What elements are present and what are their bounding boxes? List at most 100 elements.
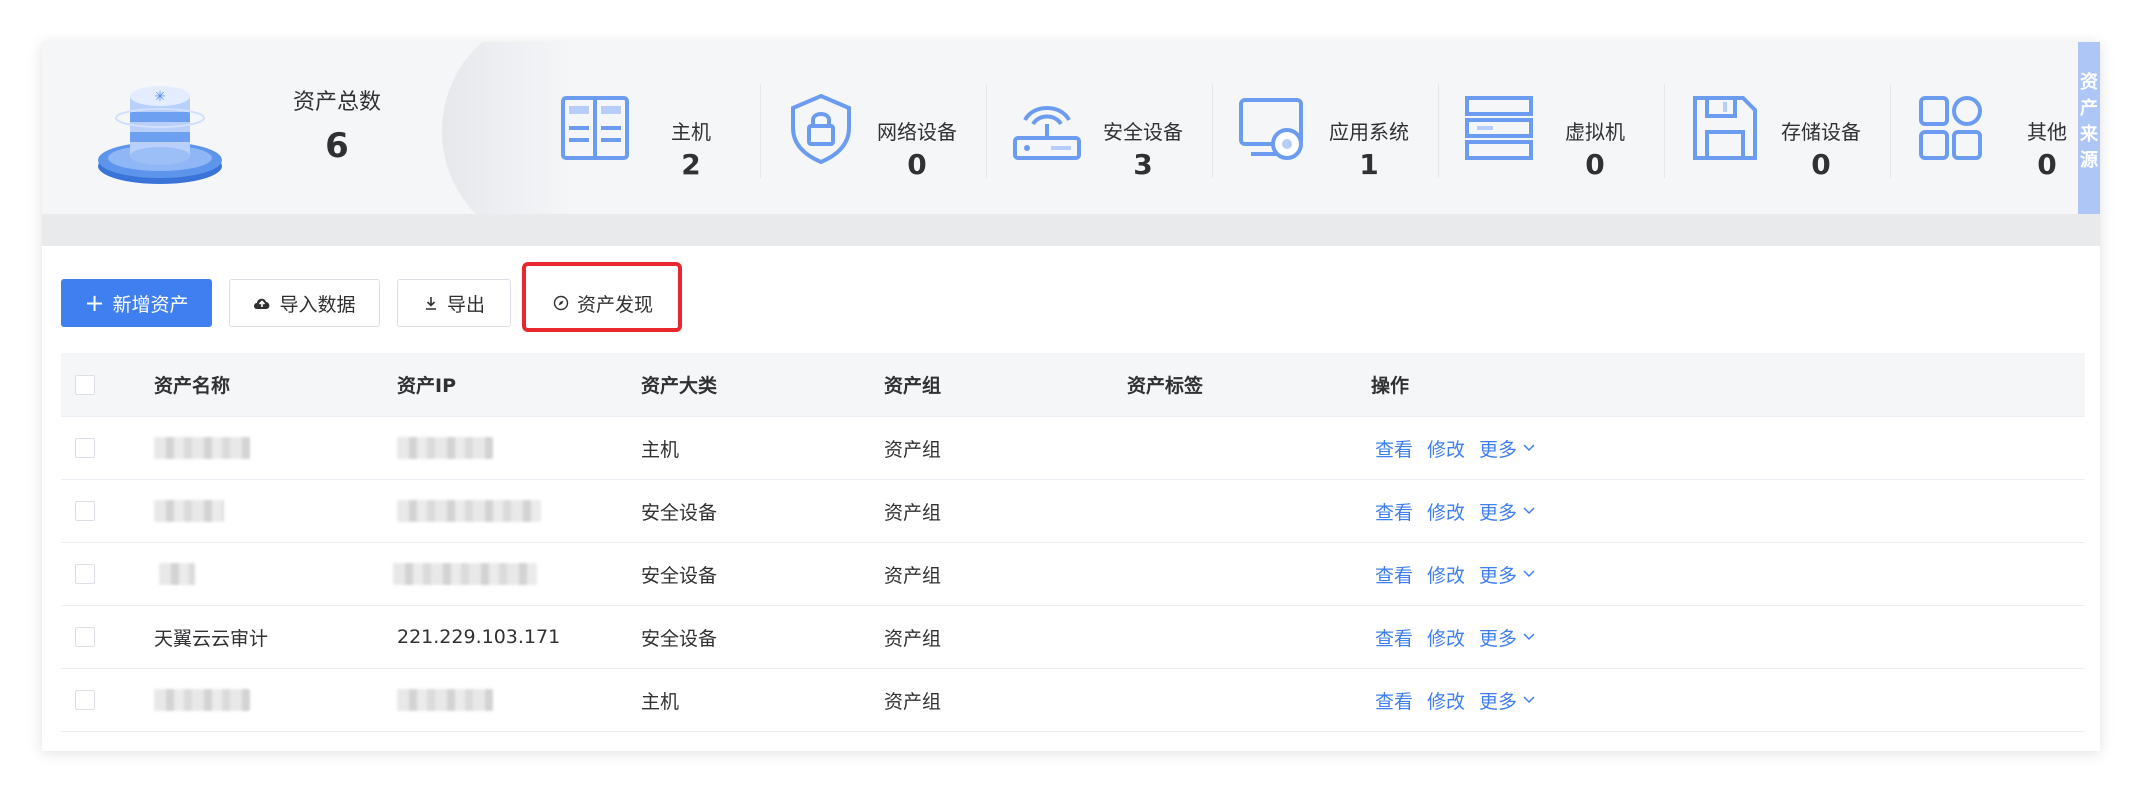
export-label: 导出	[446, 293, 485, 316]
highlight-box	[522, 262, 682, 332]
total-assets-value: 6	[325, 126, 349, 166]
view-link[interactable]: 查看	[1375, 435, 1413, 462]
category-label: 主机	[671, 120, 711, 144]
row-checkbox[interactable]	[75, 501, 95, 521]
more-dropdown[interactable]: 更多	[1479, 561, 1535, 588]
asset-category: 主机	[641, 438, 680, 461]
import-data-button[interactable]: 导入数据	[229, 279, 380, 327]
asset-source-tab[interactable]: 资产来源	[2078, 42, 2100, 214]
asset-management-panel: ✳ 资产总数 6 主机 2 网络设备 0 安全设备 3 应用系统 1 虚拟机 0…	[42, 42, 2100, 751]
row-actions: 查看 修改 更多	[1375, 543, 1535, 605]
svg-text:✳: ✳	[154, 89, 166, 105]
asset-name: 天翼云云审计	[154, 627, 269, 650]
download-icon	[425, 297, 436, 310]
chevron-down-icon	[1523, 633, 1535, 641]
category-application-system[interactable]: 应用系统 1	[1213, 66, 1439, 190]
table-row: 天翼云云审计 221.229.103.171 安全设备 资产组 查看 修改 更多	[61, 606, 2085, 669]
section-divider	[42, 214, 2100, 246]
monitor-gear-icon	[1239, 98, 1303, 160]
asset-category: 安全设备	[641, 627, 718, 650]
chevron-down-icon	[1523, 507, 1535, 515]
chevron-down-icon	[1523, 570, 1535, 578]
edit-link[interactable]: 修改	[1427, 624, 1465, 651]
more-label: 更多	[1479, 501, 1518, 524]
more-label: 更多	[1479, 564, 1518, 587]
table-row: 主机 资产组 查看 修改 更多	[61, 669, 2085, 732]
asset-name-redacted	[154, 437, 250, 459]
more-dropdown[interactable]: 更多	[1479, 435, 1535, 462]
row-checkbox[interactable]	[75, 438, 95, 458]
database-logo-icon: ✳	[98, 86, 222, 184]
column-header-category: 资产大类	[641, 375, 718, 397]
asset-category: 主机	[641, 690, 680, 713]
total-assets: 资产总数 6	[282, 84, 392, 166]
asset-category: 安全设备	[641, 501, 718, 524]
asset-ip-redacted	[393, 563, 537, 585]
category-storage-device[interactable]: 存储设备 0	[1665, 66, 1891, 190]
row-checkbox[interactable]	[75, 690, 95, 710]
more-dropdown[interactable]: 更多	[1479, 498, 1535, 525]
export-button[interactable]: 导出	[397, 279, 511, 327]
column-header-name: 资产名称	[154, 375, 231, 397]
category-label: 虚拟机	[1565, 120, 1625, 144]
asset-ip: 221.229.103.171	[397, 626, 561, 648]
row-actions: 查看 修改 更多	[1375, 669, 1535, 731]
asset-group: 资产组	[884, 501, 942, 524]
column-header-actions: 操作	[1371, 375, 1410, 397]
category-count: 0	[907, 148, 927, 181]
asset-group: 资产组	[884, 438, 942, 461]
edit-link[interactable]: 修改	[1427, 687, 1465, 714]
edit-link[interactable]: 修改	[1427, 498, 1465, 525]
more-label: 更多	[1479, 627, 1518, 650]
view-link[interactable]: 查看	[1375, 561, 1413, 588]
asset-summary-strip: ✳ 资产总数 6 主机 2 网络设备 0 安全设备 3 应用系统 1 虚拟机 0…	[42, 42, 2078, 214]
asset-group: 资产组	[884, 564, 942, 587]
router-icon	[1013, 106, 1081, 160]
view-link[interactable]: 查看	[1375, 624, 1413, 651]
chevron-down-icon	[1523, 696, 1535, 704]
edit-link[interactable]: 修改	[1427, 561, 1465, 588]
category-network-device[interactable]: 网络设备 0	[761, 66, 987, 190]
edit-link[interactable]: 修改	[1427, 435, 1465, 462]
category-count: 3	[1133, 148, 1153, 181]
column-header-group: 资产组	[884, 375, 942, 397]
category-other[interactable]: 其他 0	[1891, 66, 2078, 190]
category-count: 0	[1811, 148, 1831, 181]
category-label: 网络设备	[877, 120, 957, 144]
add-asset-button[interactable]: + 新增资产	[61, 279, 212, 327]
view-link[interactable]: 查看	[1375, 687, 1413, 714]
column-header-ip: 资产IP	[397, 375, 456, 397]
server-icon	[561, 96, 629, 160]
total-assets-label: 资产总数	[292, 90, 381, 115]
row-checkbox[interactable]	[75, 564, 95, 584]
row-actions: 查看 修改 更多	[1375, 417, 1535, 479]
plus-icon: +	[84, 289, 105, 317]
table-row: 安全设备 资产组 查看 修改 更多	[61, 543, 2085, 606]
cloud-upload-icon	[254, 298, 270, 309]
table-row: 主机 资产组 查看 修改 更多	[61, 417, 2085, 480]
row-actions: 查看 修改 更多	[1375, 606, 1535, 668]
asset-name-redacted	[154, 500, 224, 522]
category-count: 2	[681, 148, 701, 181]
floppy-icon	[1693, 96, 1757, 160]
category-virtual-machine[interactable]: 虚拟机 0	[1439, 66, 1665, 190]
asset-ip-redacted	[397, 500, 541, 522]
asset-name-redacted	[154, 689, 250, 711]
category-count: 1	[1359, 148, 1379, 181]
view-link[interactable]: 查看	[1375, 498, 1413, 525]
more-dropdown[interactable]: 更多	[1479, 624, 1535, 651]
more-label: 更多	[1479, 690, 1518, 713]
more-dropdown[interactable]: 更多	[1479, 687, 1535, 714]
import-data-label: 导入数据	[279, 293, 356, 316]
category-label: 应用系统	[1329, 120, 1409, 144]
asset-category: 安全设备	[641, 564, 718, 587]
category-label: 存储设备	[1781, 120, 1861, 144]
asset-group: 资产组	[884, 627, 942, 650]
category-host[interactable]: 主机 2	[535, 66, 761, 190]
select-all-checkbox[interactable]	[75, 374, 95, 395]
category-security-device[interactable]: 安全设备 3	[987, 66, 1213, 190]
asset-name-redacted	[159, 563, 195, 585]
row-checkbox[interactable]	[75, 627, 95, 647]
table-row: 安全设备 资产组 查看 修改 更多	[61, 480, 2085, 543]
column-header-tags: 资产标签	[1127, 375, 1204, 397]
